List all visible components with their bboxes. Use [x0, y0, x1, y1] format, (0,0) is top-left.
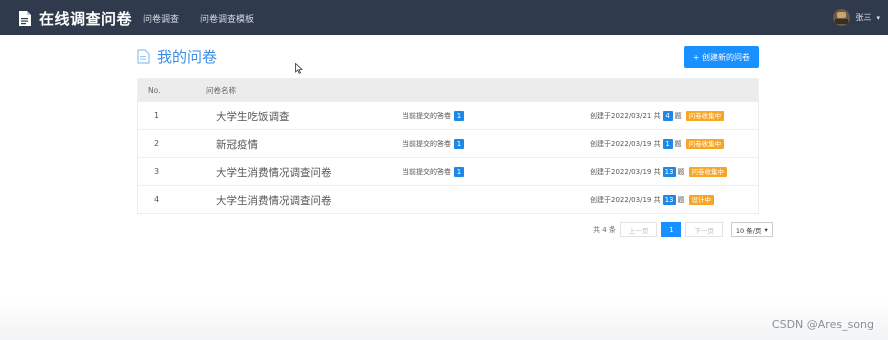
table-row[interactable]: 2 新冠疫情 当前提交的答卷 1 创建于2022/03/19 共 1 题 问卷收…: [138, 129, 758, 157]
created-info: 创建于2022/03/21 共 4 题 问卷收集中: [590, 111, 725, 121]
mouse-pointer-icon: [295, 63, 303, 74]
submitted-label: 当前提交的答卷: [402, 140, 451, 148]
document-icon: [137, 49, 150, 64]
column-name: 问卷名称: [206, 85, 236, 95]
question-suffix: 题: [674, 140, 682, 148]
survey-name-link[interactable]: 大学生消费情况调查问卷: [216, 193, 332, 208]
document-icon: [19, 11, 31, 26]
nav-survey-template[interactable]: 问卷调查模板: [200, 12, 254, 25]
table-row[interactable]: 1 大学生吃饭调查 当前提交的答卷 1 创建于2022/03/21 共 4 题 …: [138, 101, 758, 129]
brand[interactable]: 在线调查问卷: [18, 8, 132, 29]
submitted-label: 当前提交的答卷: [402, 112, 451, 120]
survey-name-link[interactable]: 大学生消费情况调查问卷: [216, 165, 332, 180]
create-survey-button[interactable]: + 创建新的问卷: [683, 46, 759, 68]
created-date: 创建于2022/03/19 共: [590, 168, 661, 176]
column-no: No.: [148, 85, 161, 95]
question-suffix: 题: [674, 112, 682, 120]
total-count: 共 4 条: [593, 225, 616, 234]
submitted-info: 当前提交的答卷 1: [402, 139, 464, 149]
page-header: 我的问卷 + 创建新的问卷: [137, 46, 759, 70]
question-count-badge: 13: [662, 167, 676, 177]
page-size-value: 10 条/页: [735, 226, 762, 235]
survey-table: No. 问卷名称 1 大学生吃饭调查 当前提交的答卷 1 创建于2022/03/…: [137, 78, 759, 214]
submitted-info: 当前提交的答卷 1: [402, 167, 464, 177]
table-row[interactable]: 4 大学生消费情况调查问卷 创建于2022/03/19 共 13 题 设计中: [138, 185, 758, 213]
table-row[interactable]: 3 大学生消费情况调查问卷 当前提交的答卷 1 创建于2022/03/19 共 …: [138, 157, 758, 185]
next-page-button[interactable]: 下一页: [685, 222, 723, 237]
row-number: 4: [154, 195, 160, 204]
chevron-down-icon: ▾: [876, 13, 880, 22]
nav-survey[interactable]: 问卷调查: [143, 12, 179, 25]
user-name: 张三: [855, 13, 872, 22]
chevron-down-icon: ▾: [764, 225, 768, 234]
created-date: 创建于2022/03/19 共: [590, 196, 661, 204]
survey-name-link[interactable]: 大学生吃饭调查: [216, 109, 290, 124]
question-suffix: 题: [677, 196, 685, 204]
row-number: 3: [154, 167, 160, 176]
top-navbar: 在线调查问卷 问卷调查 问卷调查模板 张三 ▾: [0, 0, 888, 35]
submitted-label: 当前提交的答卷: [402, 168, 451, 176]
row-number: 1: [154, 111, 160, 120]
prev-page-button[interactable]: 上一页: [619, 222, 658, 237]
question-suffix: 题: [677, 168, 685, 176]
question-count-badge: 1: [662, 139, 673, 149]
status-badge: 设计中: [688, 195, 714, 205]
bottom-shade: [0, 300, 888, 340]
survey-name-link[interactable]: 新冠疫情: [216, 137, 258, 152]
created-info: 创建于2022/03/19 共 13 题 设计中: [590, 195, 714, 205]
status-badge: 问卷收集中: [688, 167, 727, 177]
created-info: 创建于2022/03/19 共 1 题 问卷收集中: [590, 139, 725, 149]
row-number: 2: [154, 139, 160, 148]
pagination: 共 4 条 上一页 1 下一页 10 条/页 ▾: [593, 222, 773, 237]
question-count-badge: 13: [662, 195, 676, 205]
avatar: [833, 9, 851, 26]
submitted-count-badge: 1: [454, 167, 464, 177]
table-header: No. 问卷名称: [138, 79, 758, 101]
submitted-count-badge: 1: [454, 139, 464, 149]
submitted-count-badge: 1: [454, 111, 464, 121]
status-badge: 问卷收集中: [685, 111, 725, 121]
created-date: 创建于2022/03/21 共: [590, 112, 661, 120]
submitted-info: 当前提交的答卷 1: [402, 111, 464, 121]
page-title: 我的问卷: [137, 46, 217, 67]
status-badge: 问卷收集中: [685, 139, 725, 149]
created-date: 创建于2022/03/19 共: [590, 140, 661, 148]
user-menu[interactable]: 张三 ▾: [833, 9, 880, 26]
watermark: CSDN @Ares_song: [771, 318, 874, 331]
page-size-select[interactable]: 10 条/页 ▾: [730, 222, 773, 237]
page-title-text: 我的问卷: [157, 48, 218, 66]
page-1-button[interactable]: 1: [661, 222, 682, 237]
app-title: 在线调查问卷: [39, 10, 133, 28]
question-count-badge: 4: [662, 111, 673, 121]
created-info: 创建于2022/03/19 共 13 题 问卷收集中: [590, 167, 727, 177]
